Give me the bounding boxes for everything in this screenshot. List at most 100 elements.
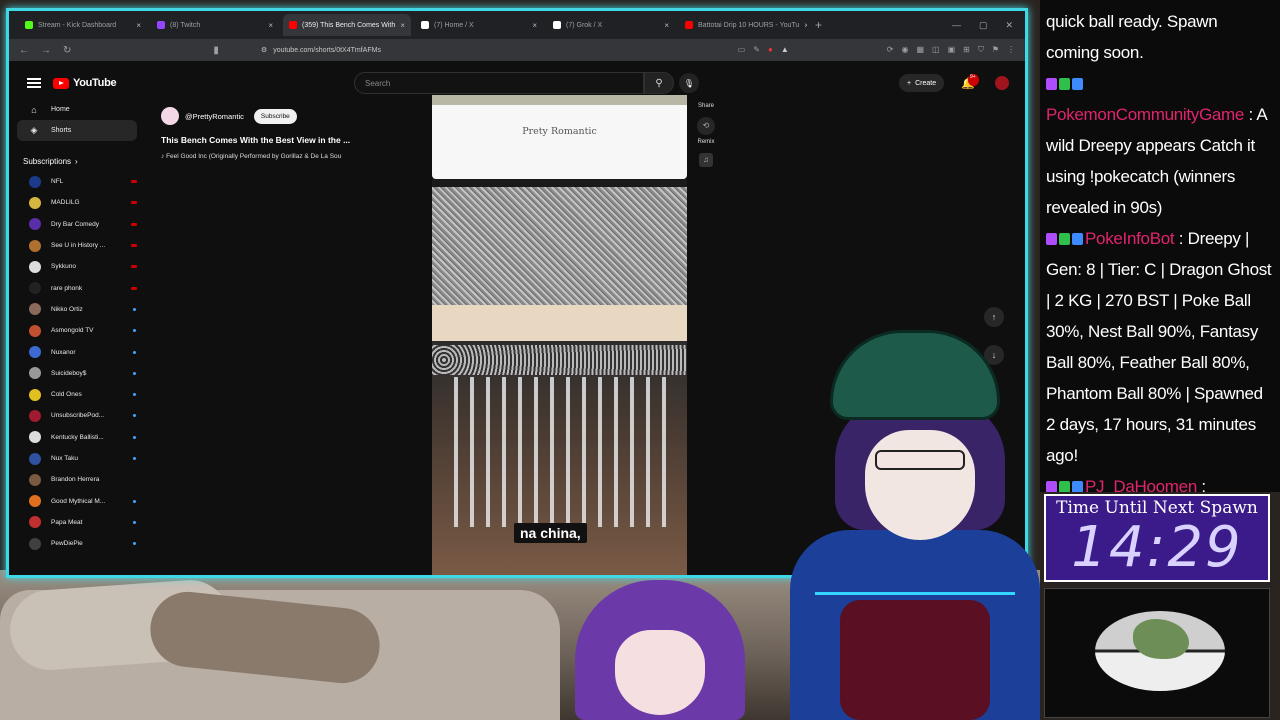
channel-avatar[interactable] bbox=[161, 107, 179, 125]
music-row[interactable]: ♪ Feel Good Inc (Originally Performed by… bbox=[161, 153, 421, 160]
close-window-icon[interactable]: ✕ bbox=[1005, 20, 1013, 31]
url-field[interactable]: ⚙ youtube.com/shorts/0tX4TmfAFMs bbox=[231, 42, 726, 58]
chat-username[interactable]: PokeInfoBot bbox=[1085, 229, 1175, 248]
chat-username[interactable]: PokemonCommunityGame bbox=[1046, 105, 1244, 124]
new-content-dot-icon bbox=[133, 457, 136, 460]
new-content-dot-icon bbox=[133, 435, 136, 439]
close-tab-icon[interactable]: × bbox=[268, 21, 273, 30]
channel-name[interactable]: @PrettyRomantic bbox=[185, 112, 244, 121]
close-tab-icon[interactable]: × bbox=[136, 21, 141, 30]
subscription-item[interactable]: Sykkuno bbox=[17, 256, 137, 277]
browser-tab[interactable]: Stream - Kick Dashboard × bbox=[19, 14, 147, 36]
extension-icon[interactable]: ⟳ bbox=[887, 45, 894, 55]
channel-avatar bbox=[29, 516, 41, 529]
browser-tab[interactable]: Battotai Drip 10 HOURS - YouTu × bbox=[679, 14, 807, 36]
extension-icon[interactable]: ⚑ bbox=[992, 45, 999, 55]
edit-icon[interactable]: ✎ bbox=[753, 45, 760, 55]
notifications-button[interactable]: 🔔 9+ bbox=[961, 73, 979, 90]
shorts-icon: ◈ bbox=[30, 125, 38, 135]
subscription-item[interactable]: PewDiePie bbox=[17, 533, 137, 554]
subscription-item[interactable]: Nux Taku bbox=[17, 448, 137, 469]
browser-tab[interactable]: (359) This Bench Comes With × bbox=[283, 14, 411, 36]
close-tab-icon[interactable]: × bbox=[400, 21, 405, 30]
subscription-item[interactable]: See U in History ... bbox=[17, 235, 137, 256]
extension-icon[interactable]: ⊞ bbox=[963, 45, 970, 55]
hoodie-logo bbox=[815, 555, 1015, 595]
avatar-face bbox=[865, 430, 975, 540]
share-label[interactable]: Share bbox=[691, 103, 721, 109]
previous-video-button[interactable]: ↑ bbox=[984, 307, 1004, 327]
screen-share-icon[interactable]: ▭ bbox=[738, 45, 746, 55]
subscription-item[interactable]: NFL bbox=[17, 171, 137, 192]
sound-thumbnail-icon[interactable]: ♫ bbox=[699, 153, 713, 167]
maximize-icon[interactable]: ▢ bbox=[979, 20, 988, 31]
shorts-actions: Share ⟲ Remix ♫ bbox=[691, 103, 721, 171]
subscription-item[interactable]: Papa Meat bbox=[17, 512, 137, 533]
account-avatar[interactable] bbox=[995, 76, 1009, 90]
extension-icon[interactable]: ▲ bbox=[781, 45, 789, 55]
sidebar-item-shorts[interactable]: ◈ Shorts bbox=[17, 120, 137, 141]
close-tab-icon[interactable]: × bbox=[804, 21, 807, 30]
subscription-item[interactable]: Asmongold TV bbox=[17, 320, 137, 341]
search-button[interactable]: ⚲ bbox=[644, 72, 674, 94]
new-tab-icon[interactable]: + bbox=[815, 18, 822, 32]
reload-icon[interactable]: ↻ bbox=[63, 45, 71, 56]
browser-tab[interactable]: (8) Twitch × bbox=[151, 14, 279, 36]
chat-text: quick ball ready. Spawn coming soon. bbox=[1046, 12, 1218, 62]
subscribe-button[interactable]: Subscribe bbox=[253, 108, 297, 124]
plus-icon: + bbox=[907, 79, 912, 87]
sidebar-item-home[interactable]: ⌂ Home bbox=[17, 99, 137, 120]
remix-icon[interactable]: ⟲ bbox=[697, 117, 715, 135]
youtube-logo[interactable]: YouTube bbox=[53, 77, 117, 89]
extension-icon[interactable]: ◉ bbox=[901, 45, 908, 55]
chat-text: : Dreepy | Gen: 8 | Tier: C | Dragon Gho… bbox=[1046, 229, 1272, 465]
subscription-item[interactable]: Nuxanor bbox=[17, 341, 137, 362]
subscription-item[interactable]: MADLILG bbox=[17, 192, 137, 213]
chat-badge-icon bbox=[1059, 233, 1070, 245]
bookmark-icon[interactable]: ▮ bbox=[213, 45, 219, 56]
more-icon[interactable]: ⋮ bbox=[1007, 45, 1015, 55]
subscription-item[interactable]: Good Mythical M... bbox=[17, 490, 137, 511]
subscription-item[interactable]: Dry Bar Comedy bbox=[17, 214, 137, 235]
tab-favicon-icon bbox=[685, 21, 693, 29]
shorts-video-player[interactable]: Prety Romantic na china, bbox=[432, 95, 687, 575]
avatar-chest bbox=[840, 600, 990, 720]
shield-icon[interactable]: ⛉ bbox=[978, 45, 984, 55]
video-title[interactable]: This Bench Comes With the Best View in t… bbox=[161, 135, 421, 145]
search-input[interactable]: Search bbox=[354, 72, 644, 94]
extension-icon[interactable]: ▣ bbox=[948, 45, 956, 55]
window-controls: — ▢ ✕ bbox=[952, 20, 1025, 31]
site-info-icon[interactable]: ⚙ bbox=[261, 46, 267, 54]
extension-icon[interactable]: ◫ bbox=[932, 45, 940, 55]
subscription-item[interactable]: Brandon Herrera bbox=[17, 469, 137, 490]
vtuber-girl-avatar bbox=[575, 580, 745, 720]
extension-icon[interactable]: ● bbox=[768, 45, 773, 55]
subscription-item[interactable]: UnsubscribePod... bbox=[17, 405, 137, 426]
new-content-dot-icon bbox=[133, 307, 136, 311]
extension-icon[interactable]: ▦ bbox=[916, 45, 924, 55]
browser-tab[interactable]: (7) Home / X × bbox=[415, 14, 543, 36]
voice-search-button[interactable]: 🎙 bbox=[679, 73, 699, 93]
subscription-item[interactable]: Kentucky Ballisti... bbox=[17, 427, 137, 448]
close-tab-icon[interactable]: × bbox=[664, 21, 669, 30]
channel-avatar bbox=[29, 495, 41, 508]
back-icon[interactable]: ← bbox=[19, 45, 29, 56]
subscription-item[interactable]: Suicideboy$ bbox=[17, 363, 137, 384]
minimize-icon[interactable]: — bbox=[952, 20, 961, 31]
forward-icon[interactable]: → bbox=[41, 45, 51, 56]
subscription-item[interactable]: Cold Ones bbox=[17, 384, 137, 405]
chat-badge-icon bbox=[1072, 78, 1083, 90]
create-button[interactable]: + Create bbox=[899, 74, 945, 92]
close-tab-icon[interactable]: × bbox=[532, 21, 537, 30]
subscription-item[interactable]: rare phonk bbox=[17, 277, 137, 298]
subscription-name: Sykkuno bbox=[51, 263, 76, 271]
avatar-face bbox=[615, 630, 705, 715]
chat-badge-icon bbox=[1072, 481, 1083, 492]
subscriptions-heading[interactable]: Subscriptions › bbox=[17, 151, 137, 171]
hamburger-menu-icon[interactable] bbox=[27, 78, 41, 88]
timer-value: 14:29 bbox=[1071, 515, 1243, 580]
remix-label[interactable]: Remix bbox=[691, 139, 721, 145]
browser-tab[interactable]: (7) Grok / X × bbox=[547, 14, 675, 36]
chat-username[interactable]: PJ_DaHoomen bbox=[1085, 477, 1197, 492]
subscription-item[interactable]: Nikko Ortiz bbox=[17, 299, 137, 320]
